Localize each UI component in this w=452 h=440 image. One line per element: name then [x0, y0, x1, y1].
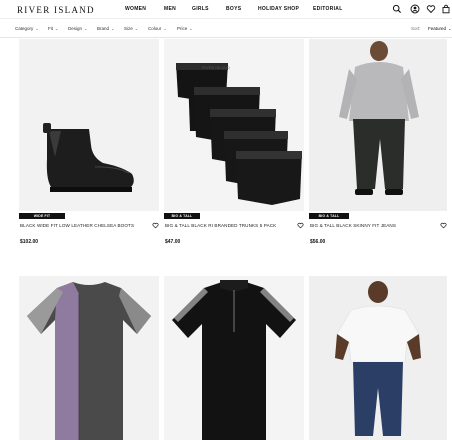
search-icon[interactable]	[392, 4, 402, 14]
nav-item-girls[interactable]: GIRLS	[192, 6, 209, 12]
nav-item-editorial[interactable]: EDITORIAL	[313, 6, 343, 12]
chevron-down-icon: ⌄	[55, 26, 59, 31]
zip-polo-image	[172, 280, 296, 440]
nav-item-women[interactable]: WOMEN	[125, 6, 146, 12]
filter-label: Size	[124, 26, 133, 31]
nav-item-men[interactable]: MEN	[164, 6, 176, 12]
filter-size[interactable]: Size ⌄	[124, 26, 138, 31]
sort-label: Sort:	[411, 26, 421, 31]
filter-fit[interactable]: Fit ⌄	[48, 26, 58, 31]
filter-category[interactable]: Category ⌄	[15, 26, 39, 31]
product-badge: BIG & TALL	[164, 213, 200, 219]
chevron-down-icon: ⌄	[111, 26, 115, 31]
main-nav: WOMEN MEN GIRLS BOYS HOLIDAY SHOP EDITOR…	[0, 6, 452, 16]
sort-value: Featured	[428, 26, 447, 31]
product-card[interactable]: RIVER ISLAND BIG & TALL BIG & TALL BLACK…	[164, 39, 304, 249]
account-icon[interactable]	[410, 4, 420, 14]
chevron-down-icon: ⌄	[134, 26, 139, 31]
model-jeans-image	[339, 41, 419, 195]
product-image[interactable]	[309, 276, 447, 440]
filter-label: Price	[177, 26, 188, 31]
product-title[interactable]: BIG & TALL BLACK SKINNY FIT JEANS	[310, 223, 396, 228]
filter-price[interactable]: Price ⌄	[177, 26, 193, 31]
bag-icon[interactable]	[441, 4, 451, 14]
wishlist-heart-icon[interactable]	[297, 222, 304, 229]
filter-label: Design	[68, 26, 83, 31]
product-title[interactable]: BIG & TALL BLACK RI BRANDED TRUNKS 5 PAC…	[165, 223, 276, 228]
filter-colour[interactable]: Colour ⌄	[148, 26, 167, 31]
product-price: $56.00	[310, 239, 326, 245]
product-badge: WIDE FIT	[19, 213, 65, 219]
nav-item-holiday-shop[interactable]: HOLIDAY SHOP	[258, 6, 299, 12]
sort-select[interactable]: Featured ⌄	[428, 26, 451, 31]
filter-label: Brand	[97, 26, 110, 31]
chevron-down-icon: ⌄	[448, 26, 452, 31]
wishlist-heart-icon[interactable]	[440, 222, 447, 229]
product-title[interactable]: BLACK WIDE FIT LOW LEATHER CHELSEA BOOTS	[20, 223, 134, 228]
product-card[interactable]	[164, 276, 304, 440]
product-card[interactable]: WIDE FIT BLACK WIDE FIT LOW LEATHER CHEL…	[19, 39, 159, 249]
heart-icon[interactable]	[426, 4, 436, 14]
wishlist-heart-icon[interactable]	[152, 222, 159, 229]
filter-label: Colour	[148, 26, 162, 31]
product-price: $47.00	[165, 239, 181, 245]
product-card[interactable]	[309, 276, 447, 440]
trunks-image: RIVER ISLAND	[176, 63, 302, 205]
filter-label: Fit	[48, 26, 53, 31]
chelsea-boot-image	[43, 123, 134, 192]
product-image[interactable]	[309, 39, 447, 211]
product-card[interactable]: BIG & TALL BIG & TALL BLACK SKINNY FIT J…	[309, 39, 447, 249]
chevron-down-icon: ⌄	[189, 26, 193, 31]
colour-block-tshirt-image	[27, 282, 151, 440]
chevron-down-icon: ⌄	[163, 26, 167, 31]
product-card[interactable]	[19, 276, 159, 440]
product-image[interactable]	[19, 39, 159, 211]
product-image[interactable]	[164, 276, 304, 440]
filter-bar: Category ⌄ Fit ⌄ Design ⌄ Brand ⌄ Size ⌄ Colo…	[0, 20, 452, 38]
chevron-down-icon: ⌄	[35, 26, 39, 31]
filter-label: Category	[15, 26, 34, 31]
chevron-down-icon: ⌄	[84, 26, 88, 31]
filter-brand[interactable]: Brand ⌄	[97, 26, 114, 31]
site-header: RIVER ISLAND WOMEN MEN GIRLS BOYS HOLIDA…	[0, 0, 452, 19]
product-image[interactable]: RIVER ISLAND	[164, 39, 304, 211]
product-price: $102.00	[20, 239, 39, 245]
model-white-tshirt-image	[335, 281, 421, 436]
filter-design[interactable]: Design ⌄	[68, 26, 87, 31]
nav-item-boys[interactable]: BOYS	[226, 6, 241, 12]
svg-text:RIVER ISLAND: RIVER ISLAND	[202, 65, 230, 70]
product-image[interactable]	[19, 276, 159, 440]
product-badge: BIG & TALL	[309, 213, 349, 219]
